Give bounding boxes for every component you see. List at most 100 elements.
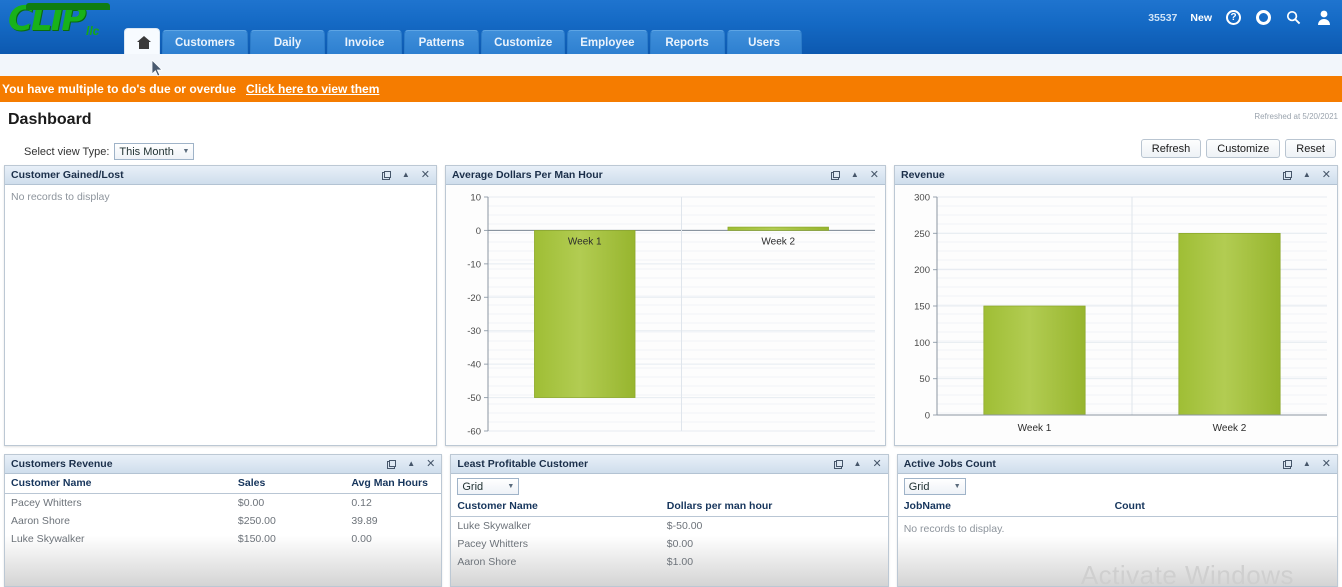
panel-header: Average Dollars Per Man Hour ▲ ✕ bbox=[446, 166, 885, 185]
dashboard-row-bottom: Customers Revenue ▲ ✕ Customer Name Sale… bbox=[4, 454, 1339, 587]
column-dollars-per-man-hour[interactable]: Dollars per man hour bbox=[660, 497, 888, 517]
svg-text:250: 250 bbox=[914, 229, 930, 240]
view-type-control: Select view Type: This Month ▼ bbox=[24, 143, 195, 160]
user-icon[interactable] bbox=[1315, 9, 1332, 26]
svg-text:Week 1: Week 1 bbox=[568, 236, 602, 247]
empty-message: No records to display. bbox=[903, 523, 1005, 535]
tab-customize[interactable]: Customize bbox=[481, 30, 566, 55]
table-row[interactable]: Luke Skywalker $150.00 0.00 bbox=[5, 530, 441, 548]
tab-customers[interactable]: Customers bbox=[162, 30, 249, 55]
close-icon[interactable]: ✕ bbox=[870, 169, 879, 181]
column-count[interactable]: Count bbox=[1108, 497, 1338, 517]
chart-avg-dollars[interactable]: 10 0 -10 -20 -30 -40 -50 -60 Week 1 Week 2 bbox=[446, 185, 885, 445]
tab-employee[interactable]: Employee bbox=[567, 30, 648, 55]
collapse-icon[interactable]: ▲ bbox=[854, 460, 862, 468]
close-icon[interactable]: ✕ bbox=[872, 458, 881, 470]
tab-daily[interactable]: Daily bbox=[250, 30, 326, 55]
help-icon[interactable]: ? bbox=[1225, 9, 1242, 26]
panel-header: Customers Revenue ▲ ✕ bbox=[5, 455, 442, 474]
popout-icon[interactable] bbox=[1282, 459, 1292, 469]
least-profitable-table: Customer Name Dollars per man hour Luke … bbox=[451, 497, 888, 571]
popout-icon[interactable] bbox=[381, 170, 391, 180]
grid-view-dropdown[interactable]: Grid ▼ bbox=[903, 478, 966, 495]
panel-header: Active Jobs Count ▲ ✕ bbox=[897, 455, 1338, 474]
close-icon[interactable]: ✕ bbox=[421, 169, 430, 181]
table-cell: Aaron Shore bbox=[457, 556, 517, 568]
todo-alert-bar: You have multiple to do's due or overdue… bbox=[0, 76, 1342, 102]
tab-reports[interactable]: Reports bbox=[649, 30, 725, 55]
panel-header-icons: ▲ ✕ bbox=[1282, 458, 1331, 470]
table-header-row: Customer Name Dollars per man hour bbox=[451, 497, 888, 517]
view-selector-wrap: Grid ▼ bbox=[898, 474, 1337, 497]
settings-icon[interactable] bbox=[1255, 9, 1272, 26]
chevron-down-icon: ▼ bbox=[507, 483, 515, 490]
tab-home[interactable] bbox=[124, 28, 160, 55]
table-row[interactable]: Pacey Whitters $0.00 0.12 bbox=[5, 494, 441, 513]
column-sales[interactable]: Sales bbox=[231, 474, 346, 494]
svg-text:-60: -60 bbox=[467, 427, 481, 438]
table-row[interactable]: Aaron Shore $250.00 39.89 bbox=[5, 512, 441, 530]
collapse-icon[interactable]: ▲ bbox=[407, 460, 415, 468]
svg-text:0: 0 bbox=[925, 411, 930, 422]
grid-view-dropdown[interactable]: Grid ▼ bbox=[457, 478, 520, 495]
column-customer-name[interactable]: Customer Name bbox=[5, 474, 232, 494]
popout-icon[interactable] bbox=[387, 459, 397, 469]
svg-text:-50: -50 bbox=[467, 393, 481, 404]
home-icon bbox=[137, 35, 151, 49]
reset-button[interactable]: Reset bbox=[1285, 139, 1336, 158]
alert-link[interactable]: Click here to view them bbox=[246, 82, 379, 96]
tab-invoice[interactable]: Invoice bbox=[327, 30, 403, 55]
close-icon[interactable]: ✕ bbox=[1322, 458, 1331, 470]
clip-logo[interactable]: CLIP llc bbox=[8, 2, 116, 42]
popout-icon[interactable] bbox=[1282, 170, 1292, 180]
svg-text:-40: -40 bbox=[467, 360, 481, 371]
column-avg-man-hours[interactable]: Avg Man Hours bbox=[345, 474, 442, 494]
new-button[interactable]: New bbox=[1190, 12, 1212, 24]
close-icon[interactable]: ✕ bbox=[426, 458, 435, 470]
account-number: 35537 bbox=[1148, 11, 1178, 24]
refresh-button[interactable]: Refresh bbox=[1140, 139, 1202, 158]
chevron-down-icon: ▼ bbox=[953, 483, 961, 490]
search-icon[interactable] bbox=[1285, 9, 1302, 26]
chart-revenue[interactable]: 300 250 200 150 100 50 0 Week 1 Week 2 bbox=[895, 185, 1337, 445]
table-cell: $1.00 bbox=[666, 556, 694, 568]
panel-title: Active Jobs Count bbox=[903, 458, 996, 470]
top-navigation-bar: CLIP llc Customers Daily Invoice Pattern… bbox=[0, 0, 1342, 55]
view-type-value: This Month bbox=[119, 145, 174, 158]
table-cell: 0.00 bbox=[351, 533, 372, 545]
collapse-icon[interactable]: ▲ bbox=[1303, 460, 1311, 468]
collapse-icon[interactable]: ▲ bbox=[1303, 171, 1311, 179]
column-job-name[interactable]: JobName bbox=[897, 497, 1109, 517]
column-customer-name[interactable]: Customer Name bbox=[451, 497, 661, 517]
panel-header: Customer Gained/Lost ▲ ✕ bbox=[5, 166, 436, 185]
panel-body: Customer Name Sales Avg Man Hours Pacey … bbox=[5, 474, 442, 586]
table-row[interactable]: Aaron Shore $1.00 bbox=[451, 553, 887, 571]
panel-body: Grid ▼ Customer Name Dollars per man hou… bbox=[451, 474, 888, 586]
svg-text:10: 10 bbox=[470, 193, 481, 204]
tab-users[interactable]: Users bbox=[726, 30, 802, 55]
popout-icon[interactable] bbox=[830, 170, 840, 180]
panel-active-jobs-count: Active Jobs Count ▲ ✕ Grid ▼ JobName Cou… bbox=[896, 454, 1339, 587]
view-type-dropdown[interactable]: This Month ▼ bbox=[114, 143, 195, 160]
close-icon[interactable]: ✕ bbox=[1322, 169, 1331, 181]
collapse-icon[interactable]: ▲ bbox=[851, 171, 859, 179]
svg-text:100: 100 bbox=[914, 338, 930, 349]
empty-message: No records to display bbox=[11, 191, 110, 203]
table-header-row: JobName Count bbox=[897, 497, 1338, 517]
table-cell: Pacey Whitters bbox=[11, 497, 82, 509]
table-cell: Luke Skywalker bbox=[11, 533, 85, 545]
collapse-icon[interactable]: ▲ bbox=[402, 171, 410, 179]
panel-title: Average Dollars Per Man Hour bbox=[452, 169, 603, 181]
svg-text:200: 200 bbox=[914, 265, 930, 276]
panel-header-icons: ▲ ✕ bbox=[381, 169, 430, 181]
grid-view-value: Grid bbox=[462, 480, 484, 493]
customize-button[interactable]: Customize bbox=[1206, 139, 1281, 158]
panel-title: Revenue bbox=[901, 169, 945, 181]
popout-icon[interactable] bbox=[833, 459, 843, 469]
panel-header-icons: ▲ ✕ bbox=[830, 169, 879, 181]
panel-header-icons: ▲ ✕ bbox=[833, 458, 882, 470]
table-row[interactable]: Pacey Whitters $0.00 bbox=[451, 535, 887, 553]
tab-patterns[interactable]: Patterns bbox=[404, 30, 480, 55]
refreshed-timestamp: Refreshed at 5/20/2021 bbox=[1254, 112, 1338, 121]
table-row[interactable]: Luke Skywalker $-50.00 bbox=[451, 517, 887, 536]
